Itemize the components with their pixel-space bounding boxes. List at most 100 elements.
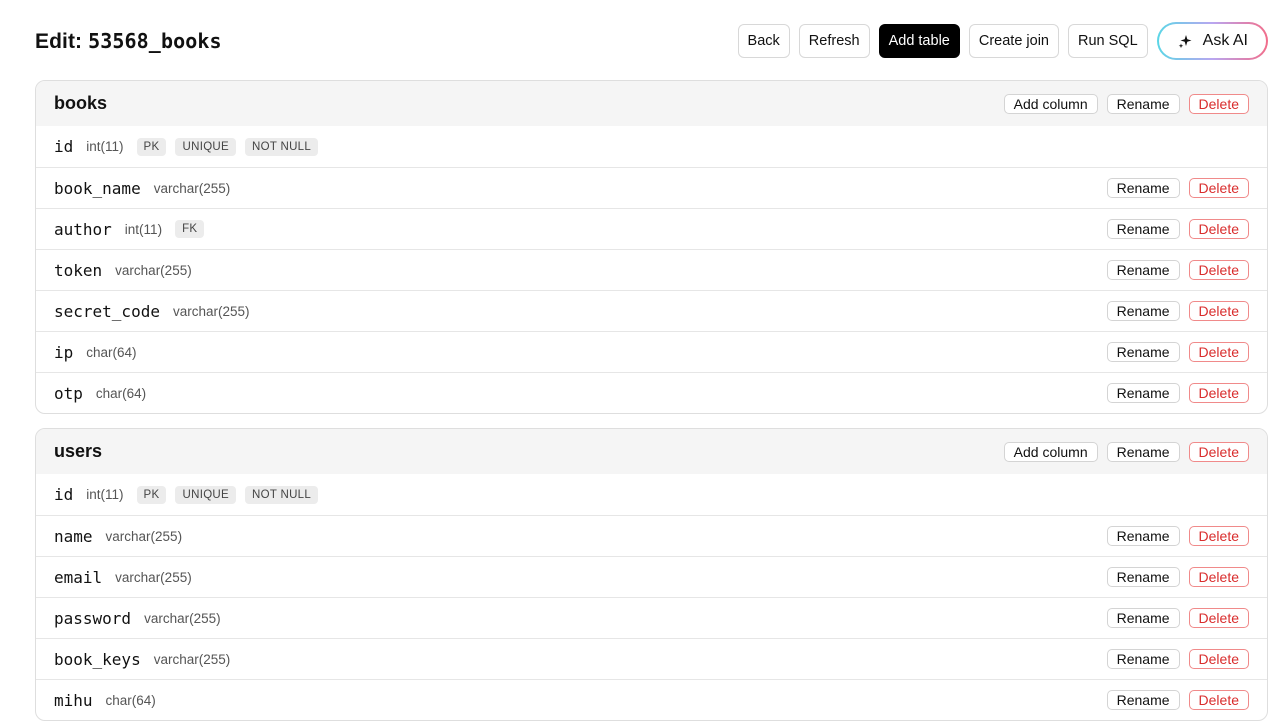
column-row: secret_code varchar(255) Rename Delete — [36, 290, 1267, 331]
ask-ai-button[interactable]: Ask AI — [1157, 22, 1268, 60]
run-sql-button[interactable]: Run SQL — [1067, 24, 1148, 58]
delete-column-button[interactable]: Delete — [1188, 342, 1249, 362]
column-row: mihu char(64) Rename Delete — [36, 679, 1267, 720]
column-name: email — [54, 567, 103, 587]
delete-column-button[interactable]: Delete — [1188, 690, 1249, 710]
constraint-badge: UNIQUE — [175, 485, 237, 504]
column-type: varchar(255) — [115, 569, 192, 585]
rename-column-button[interactable]: Rename — [1106, 342, 1180, 362]
column-type: varchar(255) — [115, 262, 192, 278]
table-actions: Add column Rename Delete — [1003, 441, 1249, 462]
column-type: varchar(255) — [105, 528, 183, 544]
column-type: varchar(255) — [144, 610, 221, 626]
table-card-header: books Add column Rename Delete — [36, 81, 1267, 126]
column-actions: Rename Delete — [1106, 219, 1249, 239]
column-actions: Rename Delete — [1106, 383, 1249, 403]
column-info: ip char(64) — [54, 343, 150, 362]
column-row: password varchar(255) Rename Delete — [36, 597, 1267, 638]
rename-column-button[interactable]: Rename — [1106, 608, 1180, 628]
column-row: token varchar(255) Rename Delete — [36, 249, 1267, 290]
rename-column-button[interactable]: Rename — [1106, 526, 1180, 546]
add-table-button[interactable]: Add table — [878, 24, 960, 58]
column-info: password varchar(255) — [54, 609, 234, 628]
column-row: id int(11) PK UNIQUE NOT NULL — [36, 474, 1267, 515]
column-actions: Rename Delete — [1106, 178, 1249, 198]
delete-column-button[interactable]: Delete — [1188, 219, 1249, 239]
rename-table-button[interactable]: Rename — [1106, 93, 1180, 114]
delete-column-button[interactable]: Delete — [1188, 383, 1249, 403]
back-button[interactable]: Back — [737, 24, 790, 58]
column-type: varchar(255) — [153, 180, 231, 196]
column-info: book_keys varchar(255) — [54, 650, 243, 669]
column-row: email varchar(255) Rename Delete — [36, 556, 1267, 597]
column-info: otp char(64) — [54, 384, 159, 403]
column-name: author — [54, 219, 112, 239]
column-name: id — [54, 485, 74, 504]
delete-column-button[interactable]: Delete — [1188, 260, 1249, 280]
rename-column-button[interactable]: Rename — [1106, 178, 1180, 198]
page-header: Edit: 53568_books Back Refresh Add table… — [0, 0, 1280, 80]
constraint-badge: PK — [136, 137, 167, 156]
column-actions: Rename Delete — [1106, 649, 1249, 669]
column-type: char(64) — [86, 344, 137, 360]
constraint-badge: PK — [136, 485, 167, 504]
page-title-prefix: Edit: — [35, 30, 89, 53]
column-actions: Rename Delete — [1106, 260, 1249, 280]
column-name: mihu — [54, 690, 93, 710]
delete-column-button[interactable]: Delete — [1188, 567, 1249, 587]
delete-column-button[interactable]: Delete — [1188, 178, 1249, 198]
sparkle-icon — [1178, 35, 1192, 49]
delete-column-button[interactable]: Delete — [1188, 301, 1249, 321]
rename-column-button[interactable]: Rename — [1106, 690, 1180, 710]
refresh-button[interactable]: Refresh — [798, 24, 870, 58]
constraint-badge: UNIQUE — [175, 137, 237, 156]
page-title: Edit: 53568_books — [35, 29, 222, 54]
column-actions: Rename Delete — [1106, 526, 1249, 546]
rename-column-button[interactable]: Rename — [1106, 219, 1180, 239]
column-type: varchar(255) — [153, 651, 231, 667]
rename-table-button[interactable]: Rename — [1106, 441, 1180, 462]
add-column-button[interactable]: Add column — [1003, 441, 1098, 462]
rename-column-button[interactable]: Rename — [1106, 567, 1180, 587]
rename-column-button[interactable]: Rename — [1106, 260, 1180, 280]
delete-table-button[interactable]: Delete — [1188, 93, 1249, 114]
column-info: author int(11) FK — [54, 220, 213, 239]
column-row: book_keys varchar(255) Rename Delete — [36, 638, 1267, 679]
column-info: secret_code varchar(255) — [54, 302, 263, 321]
column-row: book_name varchar(255) Rename Delete — [36, 167, 1267, 208]
column-name: ip — [54, 342, 74, 362]
rename-column-button[interactable]: Rename — [1106, 383, 1180, 403]
column-info: id int(11) PK UNIQUE NOT NULL — [54, 137, 327, 156]
column-actions: Rename Delete — [1106, 301, 1249, 321]
column-info: name varchar(255) — [54, 527, 195, 546]
toolbar: Back Refresh Add table Create join Run S… — [737, 22, 1268, 60]
column-actions: Rename Delete — [1106, 608, 1249, 628]
column-name: password — [54, 608, 132, 628]
column-row: id int(11) PK UNIQUE NOT NULL — [36, 126, 1267, 167]
column-name: book_name — [54, 178, 141, 198]
column-row: otp char(64) Rename Delete — [36, 372, 1267, 413]
delete-column-button[interactable]: Delete — [1188, 608, 1249, 628]
add-column-button[interactable]: Add column — [1003, 93, 1098, 114]
delete-column-button[interactable]: Delete — [1188, 526, 1249, 546]
column-info: email varchar(255) — [54, 568, 205, 587]
column-actions: Rename Delete — [1106, 690, 1249, 710]
column-type: char(64) — [105, 692, 156, 708]
create-join-button[interactable]: Create join — [968, 24, 1059, 58]
table-name: users — [54, 441, 103, 461]
delete-table-button[interactable]: Delete — [1188, 441, 1249, 462]
delete-column-button[interactable]: Delete — [1188, 649, 1249, 669]
constraint-badge: NOT NULL — [245, 137, 319, 156]
column-type: varchar(255) — [172, 303, 250, 319]
ask-ai-label: Ask AI — [1202, 32, 1248, 49]
rename-column-button[interactable]: Rename — [1106, 649, 1180, 669]
column-type: int(11) — [86, 139, 124, 154]
column-name: secret_code — [54, 301, 160, 321]
rename-column-button[interactable]: Rename — [1106, 301, 1180, 321]
column-info: id int(11) PK UNIQUE NOT NULL — [54, 485, 327, 504]
column-name: name — [54, 526, 93, 546]
column-name: token — [54, 260, 103, 280]
column-type: int(11) — [86, 487, 124, 502]
column-info: token varchar(255) — [54, 261, 205, 280]
column-actions: Rename Delete — [1106, 567, 1249, 587]
